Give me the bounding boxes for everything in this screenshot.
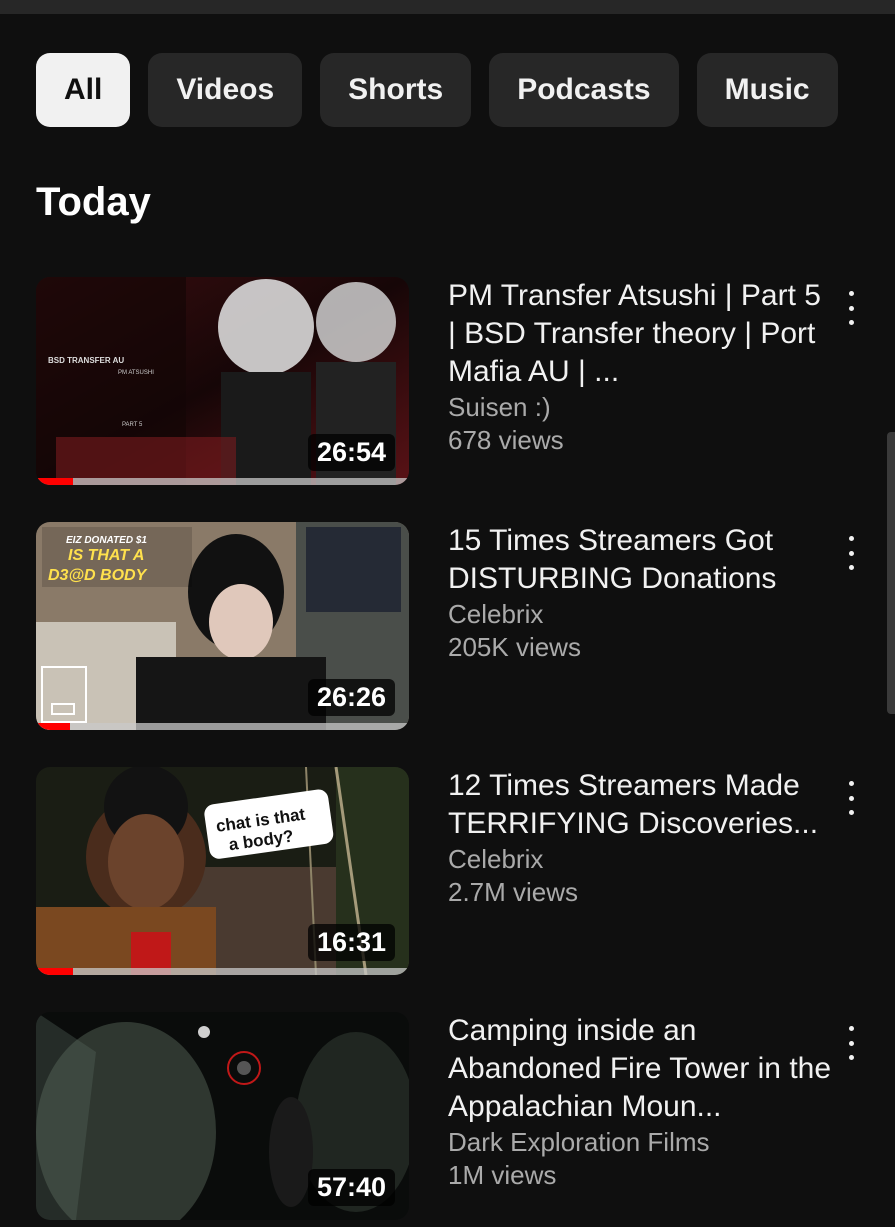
more-vert-icon[interactable]: [836, 1026, 866, 1060]
view-count: 205K views: [448, 632, 581, 662]
video-duration: 26:26: [307, 679, 395, 716]
scrollbar[interactable]: [887, 432, 895, 714]
view-count: 2.7M views: [448, 877, 579, 907]
thumb-text-2: IS THAT A: [68, 547, 144, 564]
thumb-text-1: EIZ DONATED $1: [66, 535, 147, 546]
more-vert-icon[interactable]: [836, 536, 866, 570]
channel-name[interactable]: Suisen :): [448, 391, 833, 424]
video-item[interactable]: BSD TRANSFER AU PM ATSUSHI PART 5 26:54 …: [36, 277, 895, 492]
watch-progress-fill: [36, 968, 74, 975]
watch-progress: [36, 968, 409, 975]
video-thumbnail[interactable]: 57:40: [36, 1012, 409, 1220]
chip-videos[interactable]: Videos: [148, 53, 303, 127]
video-duration: 26:54: [307, 434, 395, 471]
watch-progress: [36, 478, 409, 485]
video-title[interactable]: 15 Times Streamers Got DISTURBING Donati…: [448, 522, 833, 598]
view-count: 678 views: [448, 425, 564, 455]
video-thumbnail[interactable]: BSD TRANSFER AU PM ATSUSHI PART 5 26:54: [36, 277, 409, 485]
more-vert-icon[interactable]: [836, 781, 866, 815]
chip-podcasts[interactable]: Podcasts: [489, 53, 679, 127]
view-count: 1M views: [448, 1160, 557, 1190]
chip-music[interactable]: Music: [696, 53, 838, 127]
video-title[interactable]: PM Transfer Atsushi | Part 5 | BSD Trans…: [448, 277, 833, 391]
video-meta: 15 Times Streamers Got DISTURBING Donati…: [448, 522, 833, 664]
video-thumbnail[interactable]: chat is that a body? 16:31: [36, 767, 409, 975]
chip-shorts[interactable]: Shorts: [320, 53, 472, 127]
video-item[interactable]: 57:40 Camping inside an Abandoned Fire T…: [36, 1012, 895, 1227]
thumb-text-2: PM ATSUSHI: [118, 370, 154, 376]
video-item[interactable]: chat is that a body? 16:31 12 Times Stre…: [36, 767, 895, 982]
video-meta: 12 Times Streamers Made TERRIFYING Disco…: [448, 767, 833, 909]
channel-name[interactable]: Celebrix: [448, 843, 833, 876]
channel-name[interactable]: Dark Exploration Films: [448, 1126, 833, 1159]
video-item[interactable]: EIZ DONATED $1 IS THAT A D3@D BODY 26:26…: [36, 522, 895, 737]
video-duration: 16:31: [307, 924, 395, 961]
video-thumbnail[interactable]: EIZ DONATED $1 IS THAT A D3@D BODY 26:26: [36, 522, 409, 730]
chip-all[interactable]: All: [36, 53, 131, 127]
video-title[interactable]: Camping inside an Abandoned Fire Tower i…: [448, 1012, 833, 1126]
thumb-text-1: BSD TRANSFER AU: [48, 356, 124, 365]
thumb-text-3: D3@D BODY: [48, 567, 148, 584]
watch-progress-fill: [36, 478, 74, 485]
thumb-text-3: PART 5: [122, 422, 143, 428]
watch-progress-fill: [36, 723, 70, 730]
video-title[interactable]: 12 Times Streamers Made TERRIFYING Disco…: [448, 767, 833, 843]
watch-progress: [36, 723, 409, 730]
video-meta: Camping inside an Abandoned Fire Tower i…: [448, 1012, 833, 1192]
video-meta: PM Transfer Atsushi | Part 5 | BSD Trans…: [448, 277, 833, 457]
video-duration: 57:40: [307, 1169, 395, 1206]
channel-name[interactable]: Celebrix: [448, 598, 833, 631]
filter-chips: All Videos Shorts Podcasts Music: [36, 53, 838, 127]
top-bar: [0, 0, 895, 14]
section-title: Today: [36, 180, 151, 224]
more-vert-icon[interactable]: [836, 291, 866, 325]
